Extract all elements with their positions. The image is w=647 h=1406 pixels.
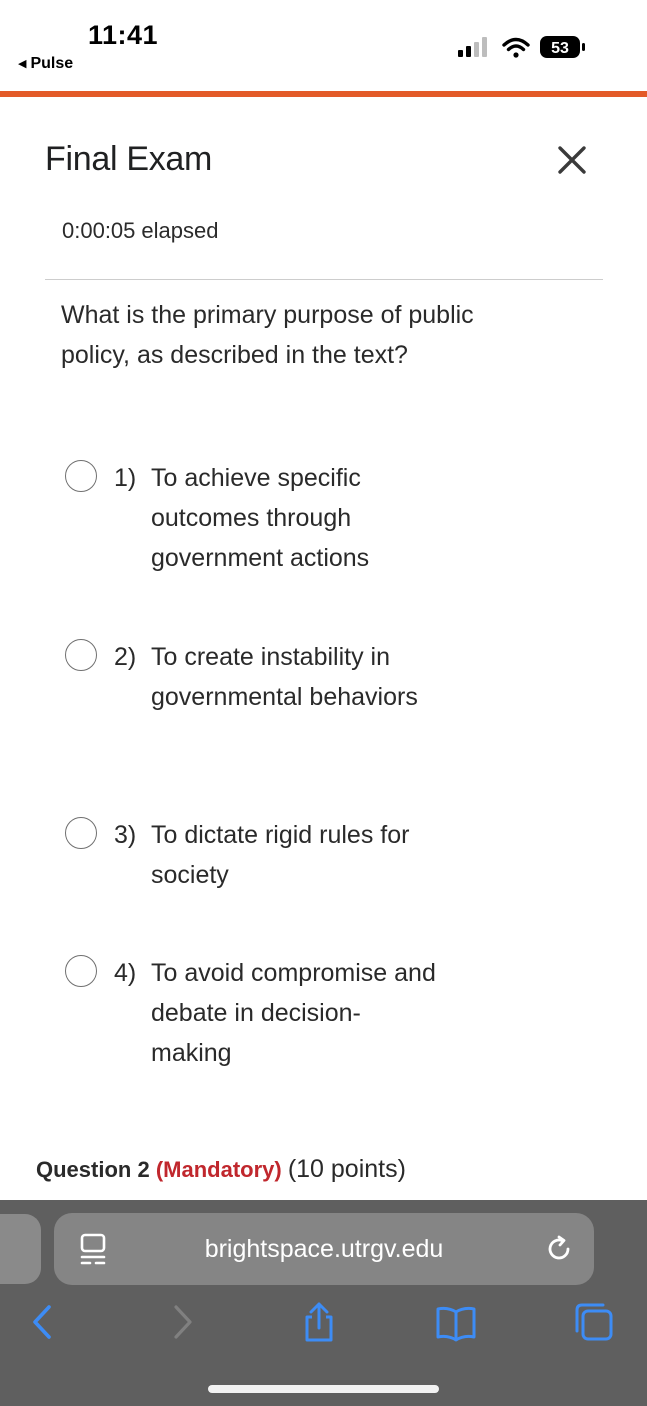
- back-icon: [33, 1305, 51, 1339]
- question-points: (10 points): [287, 1155, 406, 1183]
- address-bar[interactable]: brightspace.utrgv.edu: [54, 1213, 594, 1285]
- page-title: Final Exam: [45, 140, 213, 178]
- question-number: Question 2: [36, 1157, 150, 1182]
- mandatory-badge: (Mandatory): [155, 1157, 282, 1182]
- share-button[interactable]: [297, 1300, 341, 1344]
- back-app-label: Pulse: [30, 55, 74, 72]
- cellular-signal-icon: [458, 37, 487, 57]
- option-text: To avoid compromise and debate in decisi…: [151, 959, 436, 1067]
- elapsed-label: elapsed: [141, 218, 219, 243]
- option-number: 4): [114, 959, 137, 987]
- status-time: 11:41: [88, 20, 159, 50]
- elapsed-value: 0:00:05: [62, 218, 136, 243]
- share-icon: [305, 1302, 333, 1342]
- tabs-button[interactable]: [572, 1300, 616, 1344]
- bookmarks-button[interactable]: [434, 1300, 478, 1344]
- close-icon: [558, 146, 586, 174]
- status-icons: 53: [458, 34, 598, 60]
- radio-button[interactable]: [65, 955, 97, 987]
- bookmarks-icon: [436, 1306, 476, 1342]
- battery-icon: 53: [540, 36, 585, 58]
- back-triangle-icon: ◀: [18, 58, 27, 70]
- option-number: 2): [114, 643, 137, 671]
- back-button[interactable]: [20, 1300, 64, 1344]
- radio-button[interactable]: [65, 639, 97, 671]
- divider: [45, 279, 603, 280]
- option-text: To create instability in governmental be…: [151, 643, 418, 711]
- previous-tab-peek[interactable]: [0, 1214, 41, 1284]
- reload-icon[interactable]: [544, 1234, 574, 1264]
- forward-button[interactable]: [160, 1300, 204, 1344]
- option-number: 1): [114, 464, 137, 492]
- wifi-icon: [502, 37, 530, 58]
- svg-text:53: 53: [551, 40, 569, 57]
- home-indicator: [208, 1385, 439, 1393]
- tabs-icon: [575, 1303, 613, 1341]
- option-text: To achieve specific outcomes through gov…: [151, 464, 370, 572]
- accent-bar: [0, 91, 647, 97]
- option-text: To dictate rigid rules for society: [151, 821, 410, 889]
- elapsed-timer: 0:00:05 elapsed: [62, 218, 218, 244]
- url-text: brightspace.utrgv.edu: [204, 1235, 444, 1263]
- question-text: What is the primary purpose of public po…: [61, 301, 474, 369]
- back-to-app-link[interactable]: ◀ Pulse: [18, 55, 73, 73]
- option-number: 3): [114, 821, 137, 849]
- radio-button[interactable]: [65, 460, 97, 492]
- radio-button[interactable]: [65, 817, 97, 849]
- next-question-heading: Question 2 (Mandatory) (10 points): [36, 1155, 406, 1184]
- forward-icon: [174, 1305, 192, 1339]
- close-button[interactable]: [552, 140, 592, 180]
